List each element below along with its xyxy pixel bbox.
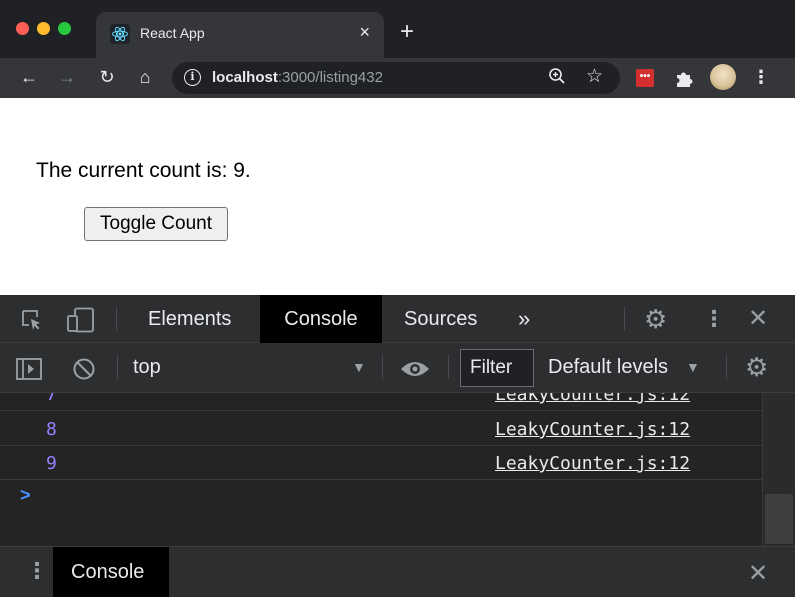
zoom-icon[interactable]: [548, 67, 566, 85]
log-source-link[interactable]: LeakyCounter.js:12: [495, 393, 690, 405]
console-output: 7 LeakyCounter.js:12 8 LeakyCounter.js:1…: [0, 393, 795, 546]
extension-icon[interactable]: •••: [636, 69, 654, 87]
tab-title: React App: [140, 25, 205, 41]
console-toolbar: top ▼ Filter Default levels ▼ ⚙: [0, 343, 795, 393]
chevron-down-icon[interactable]: ▼: [352, 359, 366, 375]
toolbar-divider: [117, 355, 118, 379]
console-settings-gear-icon[interactable]: ⚙: [745, 352, 768, 383]
drawer-menu-icon[interactable]: ⋮: [26, 558, 48, 584]
count-text: The current count is: 9.: [36, 159, 251, 182]
log-levels-dropdown[interactable]: Default levels: [548, 356, 668, 379]
browser-tab[interactable]: React App ×: [96, 12, 384, 58]
drawer-tab-console[interactable]: Console: [53, 547, 169, 597]
sidebar-toggle-icon[interactable]: [16, 358, 42, 380]
inspect-element-icon[interactable]: [20, 308, 44, 332]
log-value: 7: [46, 393, 57, 405]
close-devtools-icon[interactable]: ✕: [748, 304, 768, 333]
console-scrollbar[interactable]: [762, 393, 795, 546]
log-value: 8: [46, 419, 57, 440]
toolbar-divider: [624, 307, 625, 331]
page-viewport: The current count is: 9. Toggle Count: [0, 98, 795, 295]
forward-arrow-icon[interactable]: →: [56, 66, 78, 88]
address-bar[interactable]: i localhost:3000/listing432 ☆: [172, 62, 620, 94]
tab-console[interactable]: Console: [260, 295, 382, 343]
more-tabs-icon[interactable]: »: [518, 306, 530, 332]
url-path: :3000/listing432: [277, 69, 383, 86]
log-row: 9 LeakyCounter.js:12: [0, 446, 762, 480]
devtools-menu-icon[interactable]: ⋮: [703, 306, 725, 332]
scrollbar-thumb[interactable]: [765, 494, 793, 544]
browser-toolbar: ← → ↻ ⌂ i localhost:3000/listing432 ☆ ••…: [0, 58, 795, 98]
settings-gear-icon[interactable]: ⚙: [644, 304, 667, 335]
reload-icon[interactable]: ↻: [96, 66, 118, 88]
context-selector[interactable]: top: [133, 356, 161, 379]
close-drawer-icon[interactable]: ✕: [748, 559, 768, 588]
back-arrow-icon[interactable]: ←: [18, 66, 40, 88]
log-source-link[interactable]: LeakyCounter.js:12: [495, 419, 690, 440]
home-icon[interactable]: ⌂: [134, 66, 156, 88]
chevron-down-icon[interactable]: ▼: [686, 359, 700, 375]
url-host: localhost: [212, 69, 278, 86]
close-window-button[interactable]: [16, 22, 29, 35]
site-info-icon[interactable]: i: [184, 69, 201, 86]
log-row: 8 LeakyCounter.js:12: [0, 412, 762, 446]
toolbar-divider: [116, 307, 117, 331]
profile-avatar[interactable]: [710, 64, 736, 90]
tab-close-icon[interactable]: ×: [359, 22, 370, 42]
browser-tab-bar: React App × +: [0, 0, 795, 58]
log-row: 7 LeakyCounter.js:12: [0, 393, 762, 411]
url-text[interactable]: localhost:3000/listing432: [212, 69, 383, 86]
devtools-tab-bar: Elements Console Sources » ⚙ ⋮ ✕: [0, 295, 795, 343]
new-tab-button[interactable]: +: [400, 18, 414, 46]
toolbar-divider: [448, 355, 449, 379]
toggle-count-button[interactable]: Toggle Count: [84, 207, 228, 241]
filter-input[interactable]: Filter: [460, 349, 534, 387]
zoom-window-button[interactable]: [58, 22, 71, 35]
log-value: 9: [46, 453, 57, 474]
browser-menu-icon[interactable]: ⋮: [750, 66, 772, 88]
log-source-link[interactable]: LeakyCounter.js:12: [495, 453, 690, 474]
tab-elements[interactable]: Elements: [148, 295, 231, 343]
tab-sources[interactable]: Sources: [404, 295, 477, 343]
console-prompt-icon[interactable]: >: [20, 485, 31, 506]
minimize-window-button[interactable]: [37, 22, 50, 35]
devtools-drawer: ⋮ Console ✕: [0, 546, 795, 597]
extensions-puzzle-icon[interactable]: [673, 67, 695, 89]
live-expression-eye-icon[interactable]: [400, 359, 430, 379]
toolbar-divider: [726, 355, 727, 379]
window-controls: [16, 22, 71, 35]
device-toolbar-icon[interactable]: [66, 307, 96, 333]
clear-console-icon[interactable]: [72, 357, 96, 381]
react-logo-icon: [110, 24, 130, 44]
toolbar-divider: [382, 355, 383, 379]
bookmark-star-icon[interactable]: ☆: [586, 65, 603, 88]
